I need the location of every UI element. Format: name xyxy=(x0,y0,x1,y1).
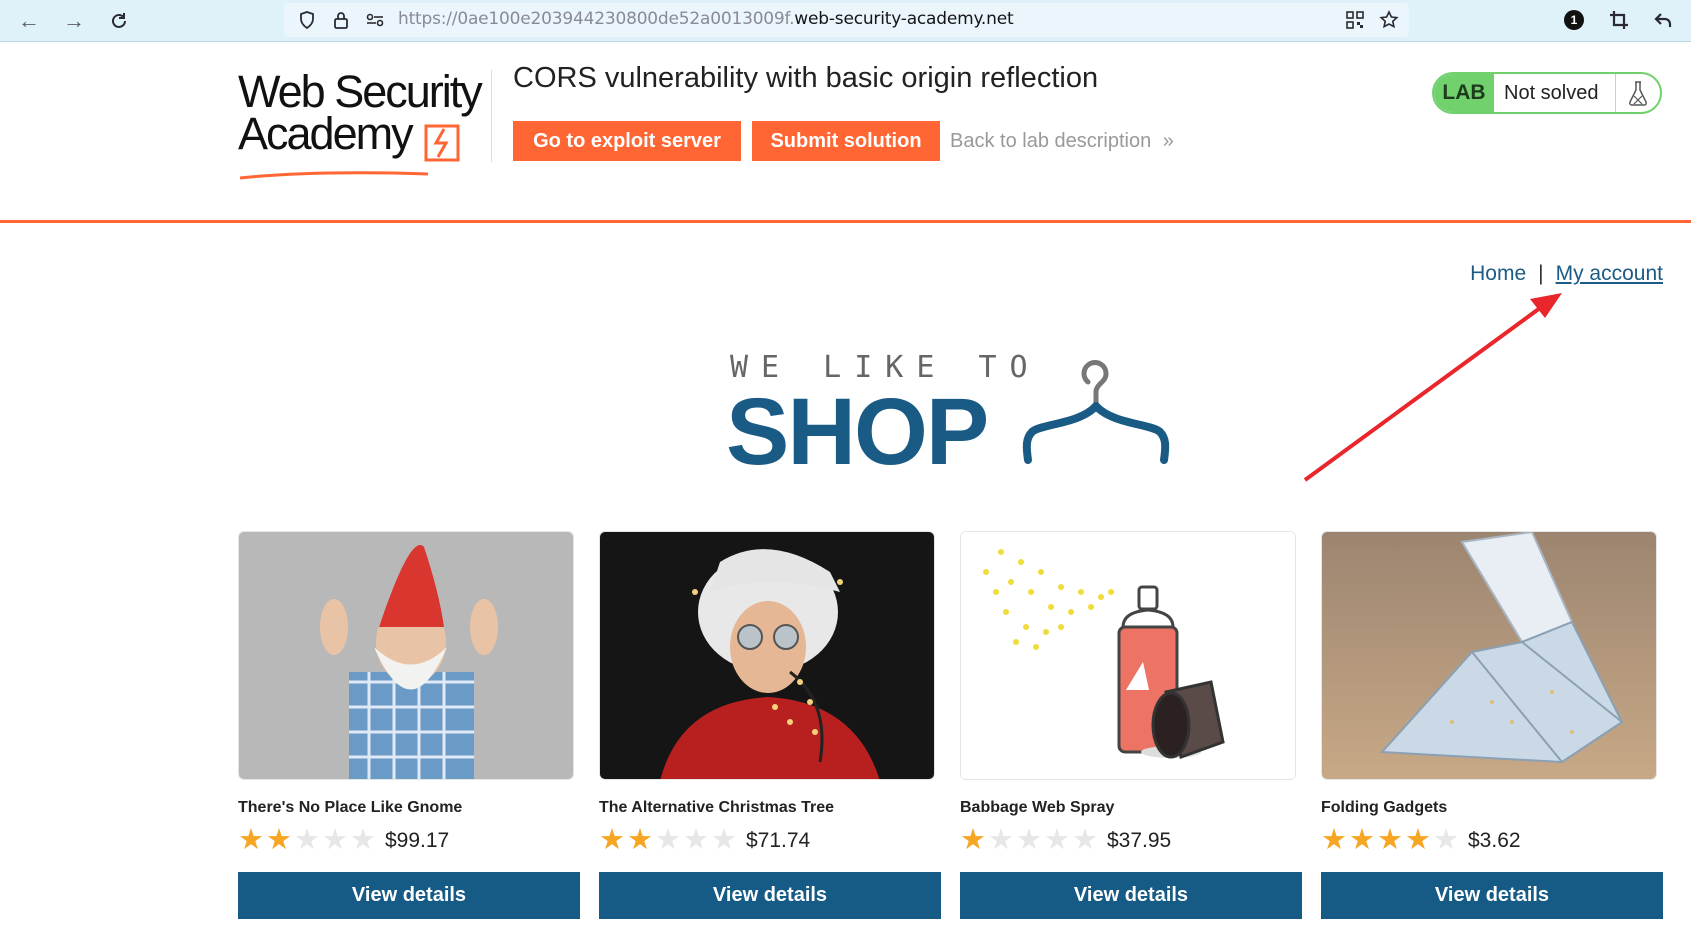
nav-separator: | xyxy=(1538,262,1544,285)
site-permissions-icon[interactable] xyxy=(362,7,388,33)
bookmark-star-icon[interactable] xyxy=(1376,7,1402,33)
shop-banner: WE LIKE TO SHOP xyxy=(726,346,1170,485)
view-details-button[interactable]: View details xyxy=(238,872,580,919)
star-icon: ★ xyxy=(1433,824,1459,856)
product-price: $3.62 xyxy=(1468,828,1521,852)
view-details-button[interactable]: View details xyxy=(960,872,1302,919)
product-price: $37.95 xyxy=(1107,828,1172,852)
extension-badge-icon[interactable]: 1 xyxy=(1561,7,1587,33)
lab-header: Web Security Academy CORS vulnerability … xyxy=(0,42,1691,223)
back-to-description-link[interactable]: Back to lab description » xyxy=(950,130,1174,153)
flask-icon xyxy=(1616,74,1660,112)
lab-status-widget: LAB Not solved xyxy=(1432,72,1662,114)
star-icon: ★ xyxy=(1377,824,1403,856)
product-rating: ★ ★ ★ ★ ★ $3.62 xyxy=(1321,826,1521,855)
extension-badge-count: 1 xyxy=(1570,13,1578,27)
lab-badge: LAB xyxy=(1434,74,1494,112)
star-icon: ★ xyxy=(322,824,348,856)
lock-icon[interactable] xyxy=(328,7,354,33)
url-host: web-security-academy.net xyxy=(794,9,1014,29)
product-name: There's No Place Like Gnome xyxy=(238,799,463,816)
star-icon: ★ xyxy=(988,824,1014,856)
product-name: The Alternative Christmas Tree xyxy=(599,799,835,816)
logo-lightning-icon xyxy=(239,124,460,180)
clothes-hanger-icon xyxy=(1022,360,1170,464)
star-icon: ★ xyxy=(711,824,737,856)
product-card: The Alternative Christmas Tree ★ ★ ★ ★ ★ $71… xyxy=(599,531,941,919)
star-icon: ★ xyxy=(655,824,681,856)
crop-icon[interactable] xyxy=(1606,7,1632,33)
product-rating: ★ ★ ★ ★ ★ $71.74 xyxy=(599,826,810,855)
star-icon: ★ xyxy=(350,824,376,856)
product-image-christmas-tree xyxy=(599,531,935,780)
banner-shop-text: SHOP xyxy=(726,379,989,485)
product-name: Babbage Web Spray xyxy=(960,799,1115,816)
star-icon: ★ xyxy=(294,824,320,856)
lab-title: CORS vulnerability with basic origin ref… xyxy=(513,62,1099,94)
star-icon: ★ xyxy=(1044,824,1070,856)
submit-solution-button[interactable]: Submit solution xyxy=(752,121,940,161)
star-icon: ★ xyxy=(683,824,709,856)
header-divider xyxy=(491,70,492,162)
back-link-label: Back to lab description xyxy=(950,130,1152,152)
star-icon: ★ xyxy=(1321,824,1347,856)
product-rating: ★ ★ ★ ★ ★ $99.17 xyxy=(238,826,449,855)
product-card: There's No Place Like Gnome ★ ★ ★ ★ ★ $99.17… xyxy=(238,531,580,919)
star-icon: ★ xyxy=(1349,824,1375,856)
product-card: Folding Gadgets ★ ★ ★ ★ ★ $3.62 View details xyxy=(1321,531,1663,919)
url-prefix: https://0ae100e203944230800de52a0013009f… xyxy=(398,9,795,29)
star-icon: ★ xyxy=(960,824,986,856)
star-icon: ★ xyxy=(599,824,625,856)
reload-icon[interactable] xyxy=(104,6,134,36)
view-details-button[interactable]: View details xyxy=(1321,872,1663,919)
lab-status-text: Not solved xyxy=(1494,74,1616,112)
product-name: Folding Gadgets xyxy=(1321,799,1448,816)
product-image-folding-gadgets xyxy=(1321,531,1657,780)
product-rating: ★ ★ ★ ★ ★ $37.95 xyxy=(960,826,1171,855)
product-price: $71.74 xyxy=(746,828,811,852)
double-chevron-right-icon: » xyxy=(1162,130,1174,152)
qr-code-icon[interactable] xyxy=(1342,7,1368,33)
product-card: Babbage Web Spray ★ ★ ★ ★ ★ $37.95 View deta… xyxy=(960,531,1302,919)
top-nav: Home | My account xyxy=(1470,262,1663,286)
undo-arrow-icon[interactable] xyxy=(1650,7,1676,33)
exploit-server-button[interactable]: Go to exploit server xyxy=(513,121,741,161)
product-image-web-spray xyxy=(960,531,1296,780)
back-arrow-icon[interactable]: ← xyxy=(14,6,44,36)
product-price: $99.17 xyxy=(385,828,450,852)
star-icon: ★ xyxy=(238,824,264,856)
view-details-button[interactable]: View details xyxy=(599,872,941,919)
product-image-gnome xyxy=(238,531,574,780)
home-link[interactable]: Home xyxy=(1470,262,1526,285)
star-icon: ★ xyxy=(266,824,292,856)
web-security-academy-logo[interactable]: Web Security Academy xyxy=(238,66,488,186)
star-icon: ★ xyxy=(627,824,653,856)
star-icon: ★ xyxy=(1405,824,1431,856)
browser-toolbar: ← → https://0ae100e203944230800de52a0013… xyxy=(0,0,1691,42)
star-icon: ★ xyxy=(1016,824,1042,856)
forward-arrow-icon[interactable]: → xyxy=(59,6,89,36)
my-account-link[interactable]: My account xyxy=(1556,262,1663,285)
url-text[interactable]: https://0ae100e203944230800de52a0013009f… xyxy=(398,9,1014,29)
shield-icon[interactable] xyxy=(294,7,320,33)
star-icon: ★ xyxy=(1072,824,1098,856)
